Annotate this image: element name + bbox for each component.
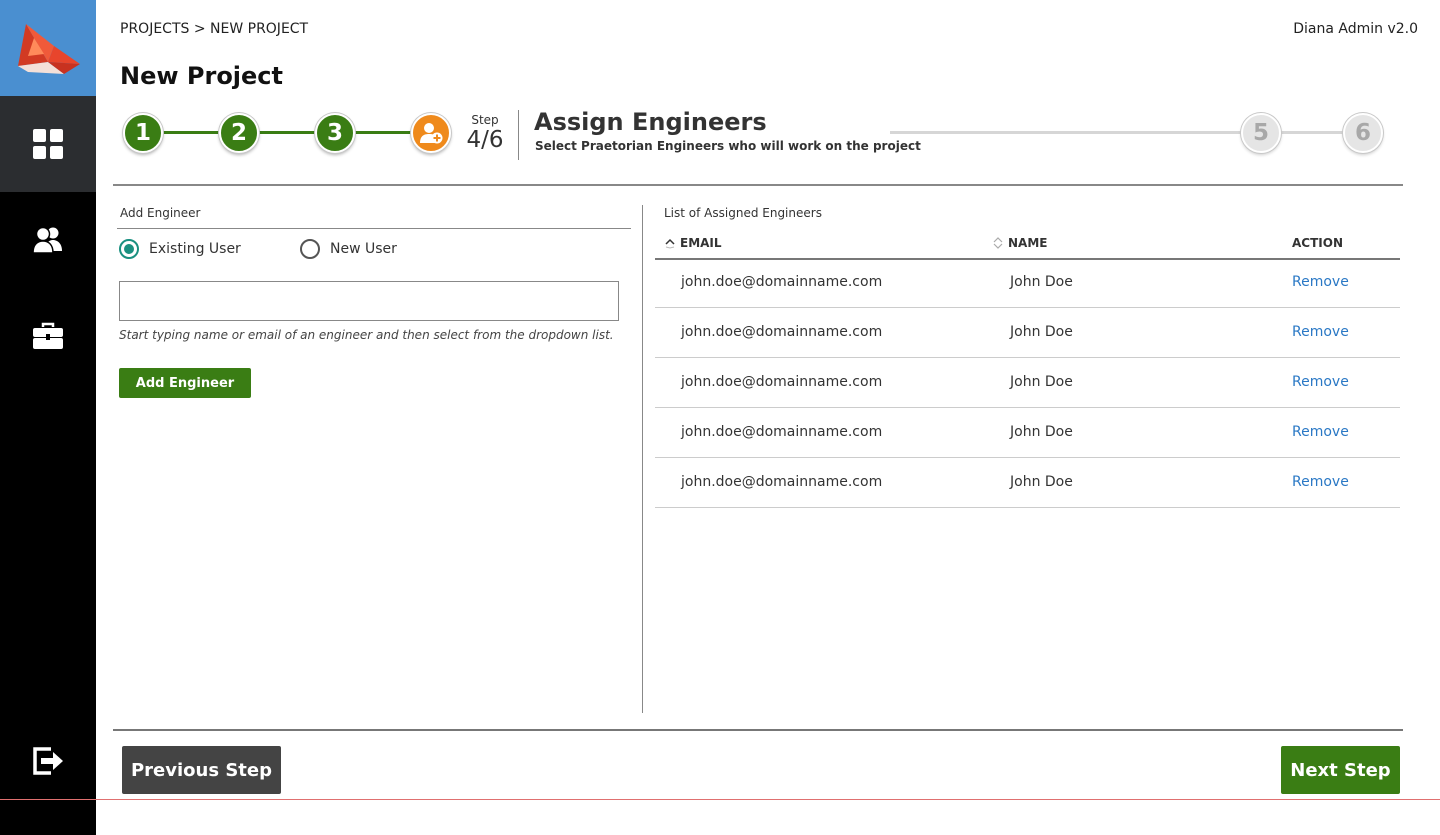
- step-connector: [890, 131, 1244, 134]
- cell-name: John Doe: [1010, 424, 1073, 440]
- logout-icon: [33, 747, 63, 775]
- cell-email: john.doe@domainname.com: [681, 424, 883, 440]
- cell-name: John Doe: [1010, 374, 1073, 390]
- add-engineer-label: Add Engineer: [120, 206, 201, 220]
- column-header-email[interactable]: EMAIL: [664, 236, 722, 250]
- next-step-button[interactable]: Next Step: [1281, 746, 1400, 794]
- radio-selected-icon: [119, 239, 139, 259]
- step-divider: [518, 110, 519, 160]
- step-4: [411, 113, 451, 153]
- step-connector: [1278, 131, 1346, 134]
- nav-projects[interactable]: [0, 288, 96, 384]
- table-row: john.doe@domainname.com John Doe Remove: [655, 458, 1400, 508]
- column-header-name[interactable]: NAME: [992, 236, 1047, 250]
- remove-link[interactable]: Remove: [1292, 324, 1349, 340]
- step-3[interactable]: 3: [315, 113, 355, 153]
- remove-link[interactable]: Remove: [1292, 474, 1349, 490]
- cell-email: john.doe@domainname.com: [681, 474, 883, 490]
- cell-name: John Doe: [1010, 474, 1073, 490]
- column-header-email-label: EMAIL: [680, 236, 722, 250]
- step-6[interactable]: 6: [1343, 113, 1383, 153]
- remove-link[interactable]: Remove: [1292, 424, 1349, 440]
- divider: [0, 799, 1440, 800]
- cell-email: john.doe@domainname.com: [681, 274, 883, 290]
- table-row: john.doe@domainname.com John Doe Remove: [655, 358, 1400, 408]
- cell-email: john.doe@domainname.com: [681, 374, 883, 390]
- assigned-list-label: List of Assigned Engineers: [664, 206, 822, 220]
- users-icon: [32, 226, 62, 254]
- step-title: Assign Engineers: [534, 108, 767, 136]
- divider: [117, 228, 631, 229]
- column-header-name-label: NAME: [1008, 236, 1048, 250]
- breadcrumb[interactable]: PROJECTS > NEW PROJECT: [120, 21, 308, 37]
- step-word: Step: [471, 113, 499, 127]
- search-hint: Start typing name or email of an enginee…: [119, 328, 614, 342]
- step-5[interactable]: 5: [1241, 113, 1281, 153]
- step-connector: [256, 131, 318, 134]
- step-connector: [352, 131, 414, 134]
- divider: [113, 184, 1403, 186]
- nav-logout[interactable]: [0, 713, 96, 809]
- app-logo[interactable]: [0, 0, 96, 96]
- cell-name: John Doe: [1010, 324, 1073, 340]
- column-header-action-label: ACTION: [1292, 236, 1343, 250]
- page-title: New Project: [120, 62, 284, 90]
- remove-link[interactable]: Remove: [1292, 274, 1349, 290]
- table-row: john.doe@domainname.com John Doe Remove: [655, 258, 1400, 308]
- sort-asc-icon: [665, 238, 675, 249]
- cell-email: john.doe@domainname.com: [681, 324, 883, 340]
- briefcase-icon: [33, 322, 63, 349]
- table-row: john.doe@domainname.com John Doe Remove: [655, 308, 1400, 358]
- step-connector: [160, 131, 222, 134]
- nav-dashboard[interactable]: [0, 96, 96, 192]
- fox-logo-icon: [18, 24, 80, 74]
- sort-icon: [993, 237, 1003, 249]
- app-version: Diana Admin v2.0: [1293, 21, 1418, 37]
- vertical-divider: [642, 205, 643, 713]
- step-2[interactable]: 2: [219, 113, 259, 153]
- table-row: john.doe@domainname.com John Doe Remove: [655, 408, 1400, 458]
- radio-new-label: New User: [330, 241, 397, 257]
- nav-users[interactable]: [0, 192, 96, 288]
- add-engineer-button[interactable]: Add Engineer: [119, 368, 251, 398]
- step-description: Select Praetorian Engineers who will wor…: [535, 139, 921, 153]
- dashboard-icon: [33, 129, 63, 159]
- radio-new-user[interactable]: New User: [300, 239, 397, 259]
- cell-name: John Doe: [1010, 274, 1073, 290]
- sidebar: [0, 0, 96, 835]
- step-1[interactable]: 1: [123, 113, 163, 153]
- add-user-icon: [420, 123, 443, 144]
- divider: [113, 729, 1403, 731]
- radio-existing-user[interactable]: Existing User: [119, 239, 241, 259]
- radio-unselected-icon: [300, 239, 320, 259]
- engineer-search-input[interactable]: [119, 281, 619, 321]
- remove-link[interactable]: Remove: [1292, 374, 1349, 390]
- radio-existing-label: Existing User: [149, 241, 241, 257]
- column-header-action: ACTION: [1292, 236, 1343, 250]
- previous-step-button[interactable]: Previous Step: [122, 746, 281, 794]
- step-count: 4/6: [466, 127, 504, 153]
